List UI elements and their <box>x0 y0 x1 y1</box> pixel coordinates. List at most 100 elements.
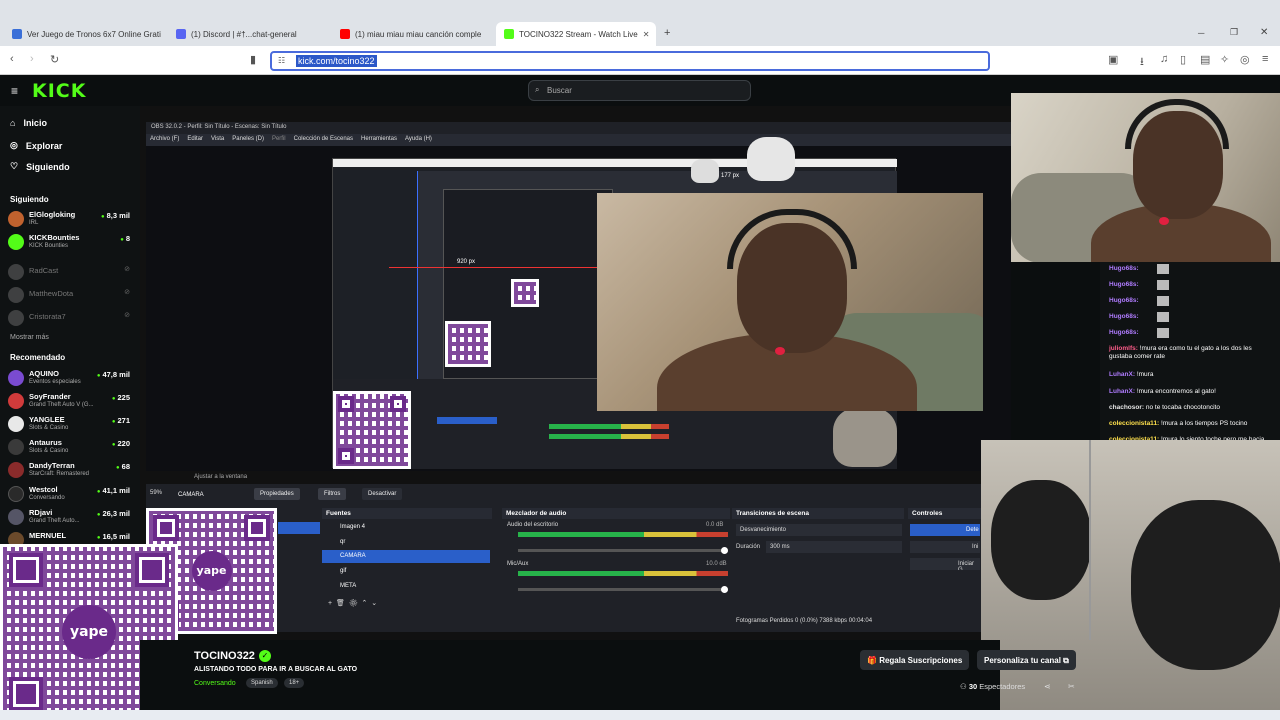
customize-channel-button[interactable]: Personaliza tu canal ⧉ <box>977 650 1076 670</box>
clip-icon[interactable]: ✂ <box>1068 682 1075 691</box>
chat-username[interactable]: juliomlfs: <box>1109 345 1138 352</box>
kick-logo[interactable]: KICK <box>32 80 86 102</box>
age-tag[interactable]: 18+ <box>284 678 305 688</box>
start-virtual-cam-button[interactable]: Iniciar G <box>910 558 980 570</box>
browser-tab[interactable]: (1) miau miau miau canción comple <box>332 23 492 45</box>
source-item-selected[interactable]: CAMARA <box>322 550 490 563</box>
channel-item[interactable]: ElGloglokingIRL 8,3 mil <box>8 209 130 231</box>
mixer-channel-label: Mic/Aux <box>507 561 529 567</box>
volume-slider[interactable] <box>518 586 728 593</box>
gif-divider <box>981 440 1091 640</box>
avatar <box>8 416 24 432</box>
search-input[interactable]: ⌕ Buscar <box>528 80 751 101</box>
new-tab-button[interactable]: + <box>664 27 670 39</box>
share-icon[interactable]: ⋖ <box>1044 682 1051 691</box>
slider-thumb[interactable] <box>721 586 728 593</box>
source-item[interactable]: Imagen 4 <box>322 521 490 534</box>
channel-item[interactable]: DandyTerranStarCraft: Remastered 68 <box>8 460 130 482</box>
qr-finder <box>244 515 270 541</box>
browser-tab[interactable]: (1) Discord | #†...chat-general <box>168 23 328 45</box>
url-text[interactable]: kick.com/tocino322 <box>296 55 377 67</box>
stop-stream-button[interactable]: Dete <box>910 524 980 536</box>
chat-message: chachosor: no te tocaba chocotoncito <box>1109 404 1279 412</box>
language-tag[interactable]: Spanish <box>246 678 278 688</box>
sidebar-toggle-icon[interactable]: ▣ <box>1108 53 1118 66</box>
os-taskbar <box>0 710 1280 720</box>
channel-category: Grand Theft Auto V (G... <box>29 402 94 408</box>
chat-username[interactable]: LuhanX: <box>1109 388 1135 395</box>
filters-button[interactable]: Filtros <box>318 488 347 500</box>
browser-tab[interactable]: Ver Juego de Tronos 6x7 Online Grati <box>4 23 164 45</box>
streamer-name[interactable]: TOCINO322 <box>194 650 255 662</box>
bookmark-icon[interactable]: ▮ <box>250 53 256 66</box>
obs-menu-item: Paneles (D) <box>232 136 264 142</box>
source-toolbar[interactable]: + 🗑 ⚙ ⌃ ⌄ <box>328 599 377 607</box>
show-more-link[interactable]: Mostrar más <box>10 334 49 341</box>
viewer-count: 271 <box>112 416 130 425</box>
source-item[interactable]: META <box>322 580 490 593</box>
compass-icon: ◎ <box>10 140 18 150</box>
wallet-icon[interactable]: ▤ <box>1200 53 1210 66</box>
channel-item[interactable]: KICKBountiesKICK Bounties 8 <box>8 232 130 254</box>
extensions-icon[interactable]: ✧ <box>1220 53 1229 66</box>
source-item[interactable]: gif <box>322 565 490 578</box>
chat-username[interactable]: Hugo68s: <box>1109 281 1139 288</box>
chat-username[interactable]: Hugo68s: <box>1109 313 1139 320</box>
nav-home[interactable]: ⌂ Inicio <box>10 118 47 128</box>
mixer-channel-label: Audio del escritorio <box>507 522 559 528</box>
audio-meter <box>518 532 728 537</box>
site-info-icon[interactable]: ☷ <box>278 56 285 65</box>
browser-tab-active[interactable]: TOCINO322 Stream - Watch Live ✕ <box>496 22 656 46</box>
minimize-icon[interactable]: ─ <box>1198 28 1204 38</box>
gift-subs-button[interactable]: 🎁 Regala Suscripciones <box>860 650 970 670</box>
source-item[interactable]: qr <box>322 536 490 549</box>
deactivate-button[interactable]: Desactivar <box>362 488 403 500</box>
forward-icon[interactable]: › <box>30 53 34 65</box>
scene-selected[interactable] <box>278 522 320 534</box>
channel-item[interactable]: RDjaviGrand Theft Auto... 26,3 mil <box>8 507 130 529</box>
chat-username[interactable]: chachosor: <box>1109 404 1144 411</box>
stream-category-link[interactable]: Conversando <box>194 680 236 687</box>
transition-select[interactable]: Desvanecimiento <box>736 524 902 536</box>
channel-item[interactable]: YANGLEESlots & Casino 271 <box>8 414 130 436</box>
channel-item[interactable]: WestcolConversando 41,1 mil <box>8 484 130 506</box>
download-icon[interactable]: ⭳ <box>1140 53 1144 72</box>
nav-following[interactable]: ♡ Siguiendo <box>10 161 70 172</box>
menu-icon[interactable]: ≡ <box>1262 53 1268 65</box>
channel-item-offline[interactable]: RadCast ⊘ <box>8 262 130 284</box>
nav-explore[interactable]: ◎ Explorar <box>10 140 62 151</box>
back-icon[interactable]: ‹ <box>10 53 14 65</box>
chat-message: Hugo68s: <box>1109 280 1169 290</box>
hamburger-menu-icon[interactable]: ≡ <box>11 84 18 98</box>
music-icon[interactable]: ♫ <box>1160 53 1168 65</box>
channel-item-offline[interactable]: Cristorata7 ⊘ <box>8 308 130 330</box>
fit-window-label[interactable]: Ajustar a la ventana <box>194 474 247 480</box>
chat-username[interactable]: Hugo68s: <box>1109 265 1139 272</box>
emote-icon <box>1157 296 1169 306</box>
channel-name: Cristorata7 <box>29 312 66 321</box>
panel-icon[interactable]: ▯ <box>1180 53 1186 66</box>
slider-thumb[interactable] <box>721 547 728 554</box>
channel-item[interactable]: SoyFranderGrand Theft Auto V (G... 225 <box>8 391 130 413</box>
reload-icon[interactable]: ↻ <box>50 53 59 66</box>
chat-username[interactable]: coleccionista11: <box>1109 420 1159 427</box>
close-tab-icon[interactable]: ✕ <box>643 30 650 39</box>
chat-username[interactable]: Hugo68s: <box>1109 297 1139 304</box>
start-recording-button[interactable]: Ini <box>910 541 980 553</box>
address-bar[interactable]: ☷ kick.com/tocino322 <box>270 51 990 71</box>
channel-item[interactable]: AntaurusSlots & Casino 220 <box>8 437 130 459</box>
measure-label: 920 px <box>457 259 476 265</box>
duration-input[interactable]: 300 ms <box>766 541 902 553</box>
channel-item-offline[interactable]: MatthewDota ⊘ <box>8 285 130 307</box>
viewer-count: 47,8 mil <box>97 370 130 379</box>
emote-icon <box>1157 328 1169 338</box>
chat-username[interactable]: Hugo68s: <box>1109 329 1139 336</box>
channel-item[interactable]: AQUINOEventos especiales 47,8 mil <box>8 368 130 390</box>
properties-button[interactable]: Propiedades <box>254 488 300 500</box>
restore-icon[interactable]: ❐ <box>1230 27 1238 38</box>
button-label: Regala Suscripciones <box>879 656 963 665</box>
close-window-icon[interactable]: ✕ <box>1260 27 1268 38</box>
volume-slider[interactable] <box>518 547 728 554</box>
chat-username[interactable]: LuhanX: <box>1109 371 1135 378</box>
vpn-icon[interactable]: ◎ <box>1240 53 1250 66</box>
